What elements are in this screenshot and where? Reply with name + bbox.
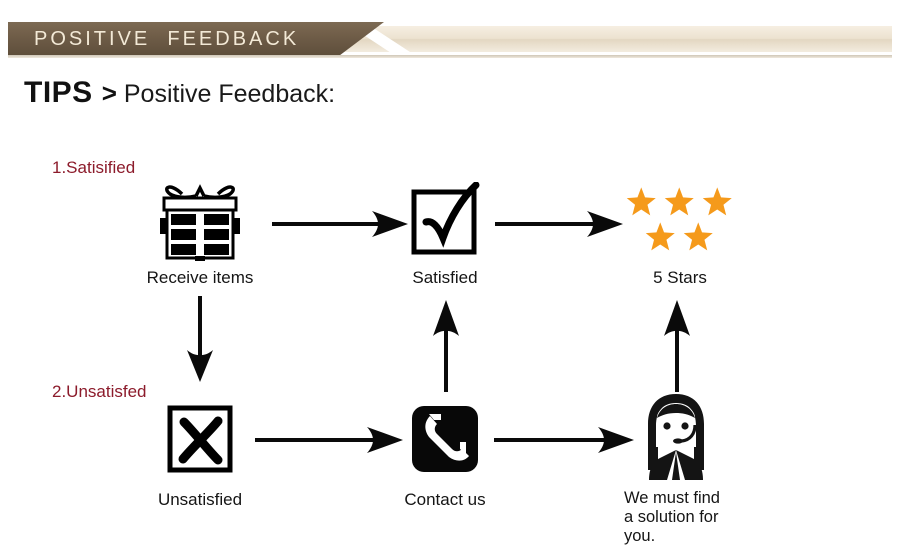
caption-satisfied: Satisfied xyxy=(412,268,478,287)
caption-contact-us: Contact us xyxy=(404,490,486,509)
arrow-unsatisfied-to-contact xyxy=(255,418,403,462)
step-2-label: 2.Unsatisfed xyxy=(52,382,147,401)
telephone-icon xyxy=(410,404,480,474)
arrow-receive-to-satisfied xyxy=(272,202,408,246)
arrow-agent-to-stars xyxy=(645,300,709,392)
check-square-icon xyxy=(410,181,480,258)
caption-unsatisfied: Unsatisfied xyxy=(157,490,243,509)
gift-box-icon xyxy=(152,178,248,264)
x-square-icon xyxy=(166,404,234,474)
arrow-contact-to-satisfied xyxy=(414,300,478,392)
caption-five-stars: 5 Stars xyxy=(653,268,707,287)
arrow-receive-to-unsatisfied xyxy=(168,296,232,382)
five-stars-icon xyxy=(622,186,734,256)
caption-receive-items: Receive items xyxy=(146,268,254,287)
caption-we-must-find-solution: We must find a solution for you. xyxy=(624,489,720,545)
feedback-flow-diagram: 1.Satisified 2.Unsatisfed Receive items xyxy=(0,0,900,545)
support-agent-icon xyxy=(638,392,714,480)
arrow-satisfied-to-stars xyxy=(495,202,623,246)
arrow-contact-to-agent xyxy=(494,418,634,462)
step-1-label: 1.Satisified xyxy=(52,158,136,177)
